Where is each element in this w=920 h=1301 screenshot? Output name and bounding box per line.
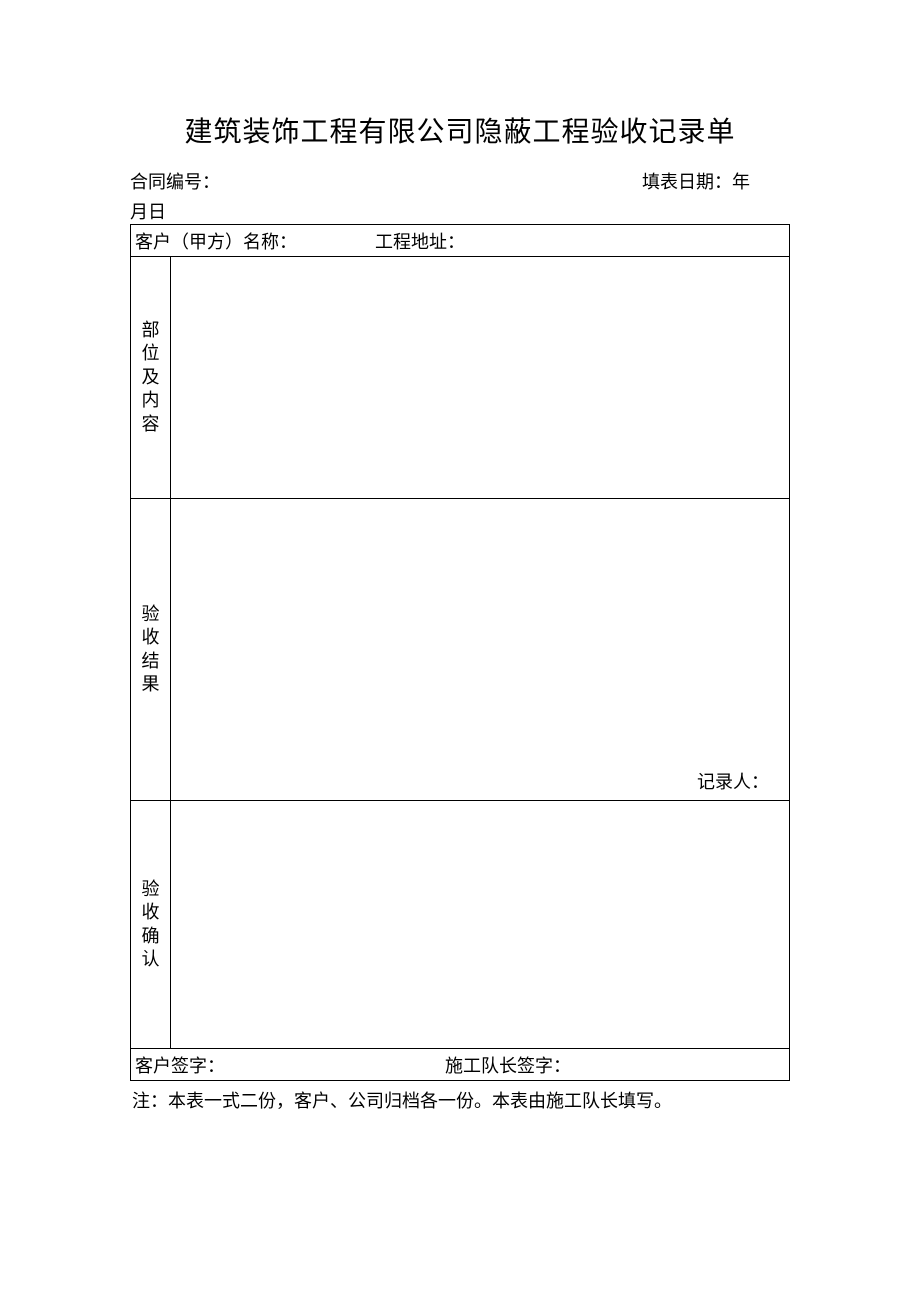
header-line-1: 合同编号： 填表日期：年 (130, 168, 790, 194)
customer-signature-label: 客户签字： (135, 1052, 445, 1078)
table-row: 验收结果 记录人： (131, 499, 790, 801)
contract-number-label: 合同编号： (130, 168, 642, 194)
document-title: 建筑装饰工程有限公司隐蔽工程验收记录单 (130, 110, 790, 150)
acceptance-confirm-field (171, 801, 790, 1049)
section-label-acceptance-result: 验收结果 (131, 499, 171, 801)
customer-name-label: 客户（甲方）名称： (135, 228, 375, 254)
table-row: 验收确认 (131, 801, 790, 1049)
project-address-label: 工程地址： (375, 228, 785, 254)
section-label-acceptance-confirm: 验收确认 (131, 801, 171, 1049)
table-row: 部位及内容 (131, 257, 790, 499)
location-content-field (171, 257, 790, 499)
foreman-signature-label: 施工队长签字： (445, 1052, 785, 1078)
acceptance-result-field: 记录人： (171, 499, 790, 801)
table-row: 客户（甲方）名称： 工程地址： (131, 225, 790, 257)
table-row: 客户签字： 施工队长签字： (131, 1049, 790, 1081)
recorder-label: 记录人： (697, 768, 769, 794)
form-table: 客户（甲方）名称： 工程地址： 部位及内容 验收结果 记录人： (130, 224, 790, 1081)
fill-date-label: 填表日期：年 (642, 168, 790, 194)
section-label-location-content: 部位及内容 (131, 257, 171, 499)
header-line-2: 月日 (130, 198, 790, 224)
form-note: 注：本表一式二份，客户、公司归档各一份。本表由施工队长填写。 (130, 1087, 790, 1113)
